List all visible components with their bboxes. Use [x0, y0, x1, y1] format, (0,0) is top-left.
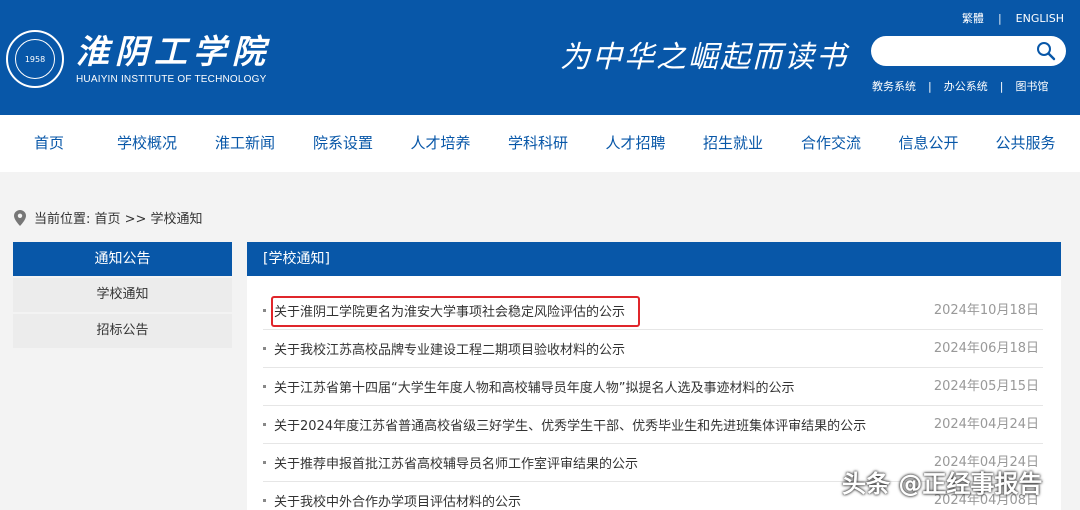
sidebar-title: 通知公告 [13, 242, 232, 276]
sidebar-item-school-notices[interactable]: 学校通知 [13, 278, 232, 312]
divider: | [997, 11, 1002, 25]
lang-traditional-link[interactable]: 繁體 [962, 10, 984, 26]
nav-item-home[interactable]: 首页 [0, 115, 98, 172]
sidebar-item-tender-notices[interactable]: 招标公告 [13, 314, 232, 348]
search-icon[interactable] [1036, 41, 1056, 61]
site-header: 1958 淮阴工学院 HUAIYIN INSTITUTE OF TECHNOLO… [0, 0, 1080, 115]
sidebar: 通知公告 学校通知 招标公告 [13, 242, 232, 348]
divider: | [999, 79, 1004, 93]
notice-title[interactable]: 关于2024年度江苏省普通高校省级三好学生、优秀学生干部、优秀毕业生和先进班集体… [274, 415, 866, 434]
breadcrumb-text[interactable]: 当前位置: 首页 >> 学校通知 [34, 208, 203, 227]
notice-title[interactable]: 关于我校中外合作办学项目评估材料的公示 [274, 491, 521, 510]
school-name-cn[interactable]: 淮阴工学院 [76, 34, 271, 70]
notice-title[interactable]: 关于江苏省第十四届“大学生年度人物和高校辅导员年度人物”拟提名人选及事迹材料的公… [274, 377, 794, 396]
nav-item-disclosure[interactable]: 信息公开 [880, 115, 977, 172]
notice-title[interactable]: 关于推荐申报首批江苏省高校辅导员名师工作室评审结果的公示 [274, 453, 638, 472]
academic-system-link[interactable]: 教务系统 [872, 78, 916, 94]
list-item[interactable]: 关于江苏省第十四届“大学生年度人物和高校辅导员年度人物”拟提名人选及事迹材料的公… [263, 368, 1043, 406]
nav-item-admissions[interactable]: 招生就业 [684, 115, 782, 172]
nav-item-about[interactable]: 学校概况 [98, 115, 196, 172]
breadcrumb: 当前位置: 首页 >> 学校通知 [14, 208, 203, 227]
search-input[interactable] [883, 42, 1033, 60]
list-item[interactable]: 关于我校江苏高校品牌专业建设工程二期项目验收材料的公示 2024年06月18日 [263, 330, 1043, 368]
bullet-icon [263, 461, 266, 464]
notice-date: 2024年10月18日 [933, 303, 1039, 318]
library-link[interactable]: 图书馆 [1015, 78, 1048, 94]
notice-date: 2024年06月18日 [933, 341, 1039, 356]
seal-year: 1958 [15, 39, 55, 79]
bullet-icon [263, 423, 266, 426]
main-nav: 首页 学校概况 淮工新闻 院系设置 人才培养 学科科研 人才招聘 招生就业 合作… [0, 115, 1080, 172]
search-box [871, 36, 1066, 66]
bullet-icon [263, 499, 266, 502]
divider: | [928, 79, 932, 93]
lang-english-link[interactable]: ENGLISH [1016, 12, 1064, 25]
nav-item-recruitment[interactable]: 人才招聘 [587, 115, 684, 172]
motto-calligraphy: 为中华之崛起而读书 [560, 40, 848, 75]
bullet-icon [263, 347, 266, 350]
system-links: 教务系统 | 办公系统 | 图书馆 [872, 78, 1048, 94]
language-links: 繁體 | ENGLISH [962, 10, 1064, 26]
panel-title: [学校通知] [247, 242, 1061, 276]
bullet-icon [263, 309, 266, 312]
nav-item-public-service[interactable]: 公共服务 [977, 115, 1074, 172]
list-item[interactable]: 关于2024年度江苏省普通高校省级三好学生、优秀学生干部、优秀毕业生和先进班集体… [263, 406, 1043, 444]
nav-item-news[interactable]: 淮工新闻 [196, 115, 294, 172]
notice-title[interactable]: 关于淮阴工学院更名为淮安大学事项社会稳定风险评估的公示 [274, 301, 625, 320]
office-system-link[interactable]: 办公系统 [944, 78, 988, 94]
location-pin-icon [14, 209, 26, 226]
notice-title[interactable]: 关于我校江苏高校品牌专业建设工程二期项目验收材料的公示 [274, 339, 625, 358]
notice-date: 2024年05月15日 [933, 379, 1039, 394]
nav-item-cooperation[interactable]: 合作交流 [782, 115, 880, 172]
nav-item-departments[interactable]: 院系设置 [294, 115, 392, 172]
school-seal-logo[interactable]: 1958 [6, 30, 64, 88]
nav-item-research[interactable]: 学科科研 [489, 115, 587, 172]
notice-date: 2024年04月24日 [933, 417, 1039, 432]
nav-item-education[interactable]: 人才培养 [392, 115, 489, 172]
list-item[interactable]: 关于淮阴工学院更名为淮安大学事项社会稳定风险评估的公示 2024年10月18日 [263, 292, 1043, 330]
watermark: 头条 @正经事报告 [842, 470, 1043, 498]
bullet-icon [263, 385, 266, 388]
school-name-en: HUAIYIN INSTITUTE OF TECHNOLOGY [76, 74, 267, 85]
